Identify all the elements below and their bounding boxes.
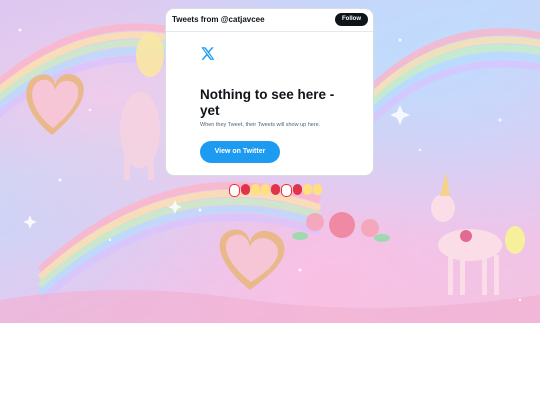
cat-face-icon (281, 184, 292, 197)
empty-state-title: Nothing to see here - yet (200, 87, 335, 118)
decorative-emoji-row (229, 184, 322, 198)
view-on-twitter-button[interactable]: View on Twitter (200, 141, 280, 163)
chick-icon (251, 184, 260, 195)
x-logo-icon (201, 47, 215, 60)
chick-icon (313, 184, 322, 195)
follow-button[interactable]: Follow (335, 13, 368, 26)
strawberry-icon (271, 184, 280, 195)
widget-title: Tweets from @catjavcee (172, 15, 265, 24)
cat-face-icon (229, 184, 240, 197)
empty-state-subtitle: When they Tweet, their Tweets will show … (200, 122, 321, 128)
chick-icon (303, 184, 312, 195)
strawberry-icon (293, 184, 302, 195)
twitter-timeline-widget: Tweets from @catjavcee Follow Nothing to… (165, 8, 374, 176)
widget-header: Tweets from @catjavcee Follow (166, 9, 373, 32)
strawberry-icon (241, 184, 250, 195)
chick-icon (261, 184, 270, 195)
